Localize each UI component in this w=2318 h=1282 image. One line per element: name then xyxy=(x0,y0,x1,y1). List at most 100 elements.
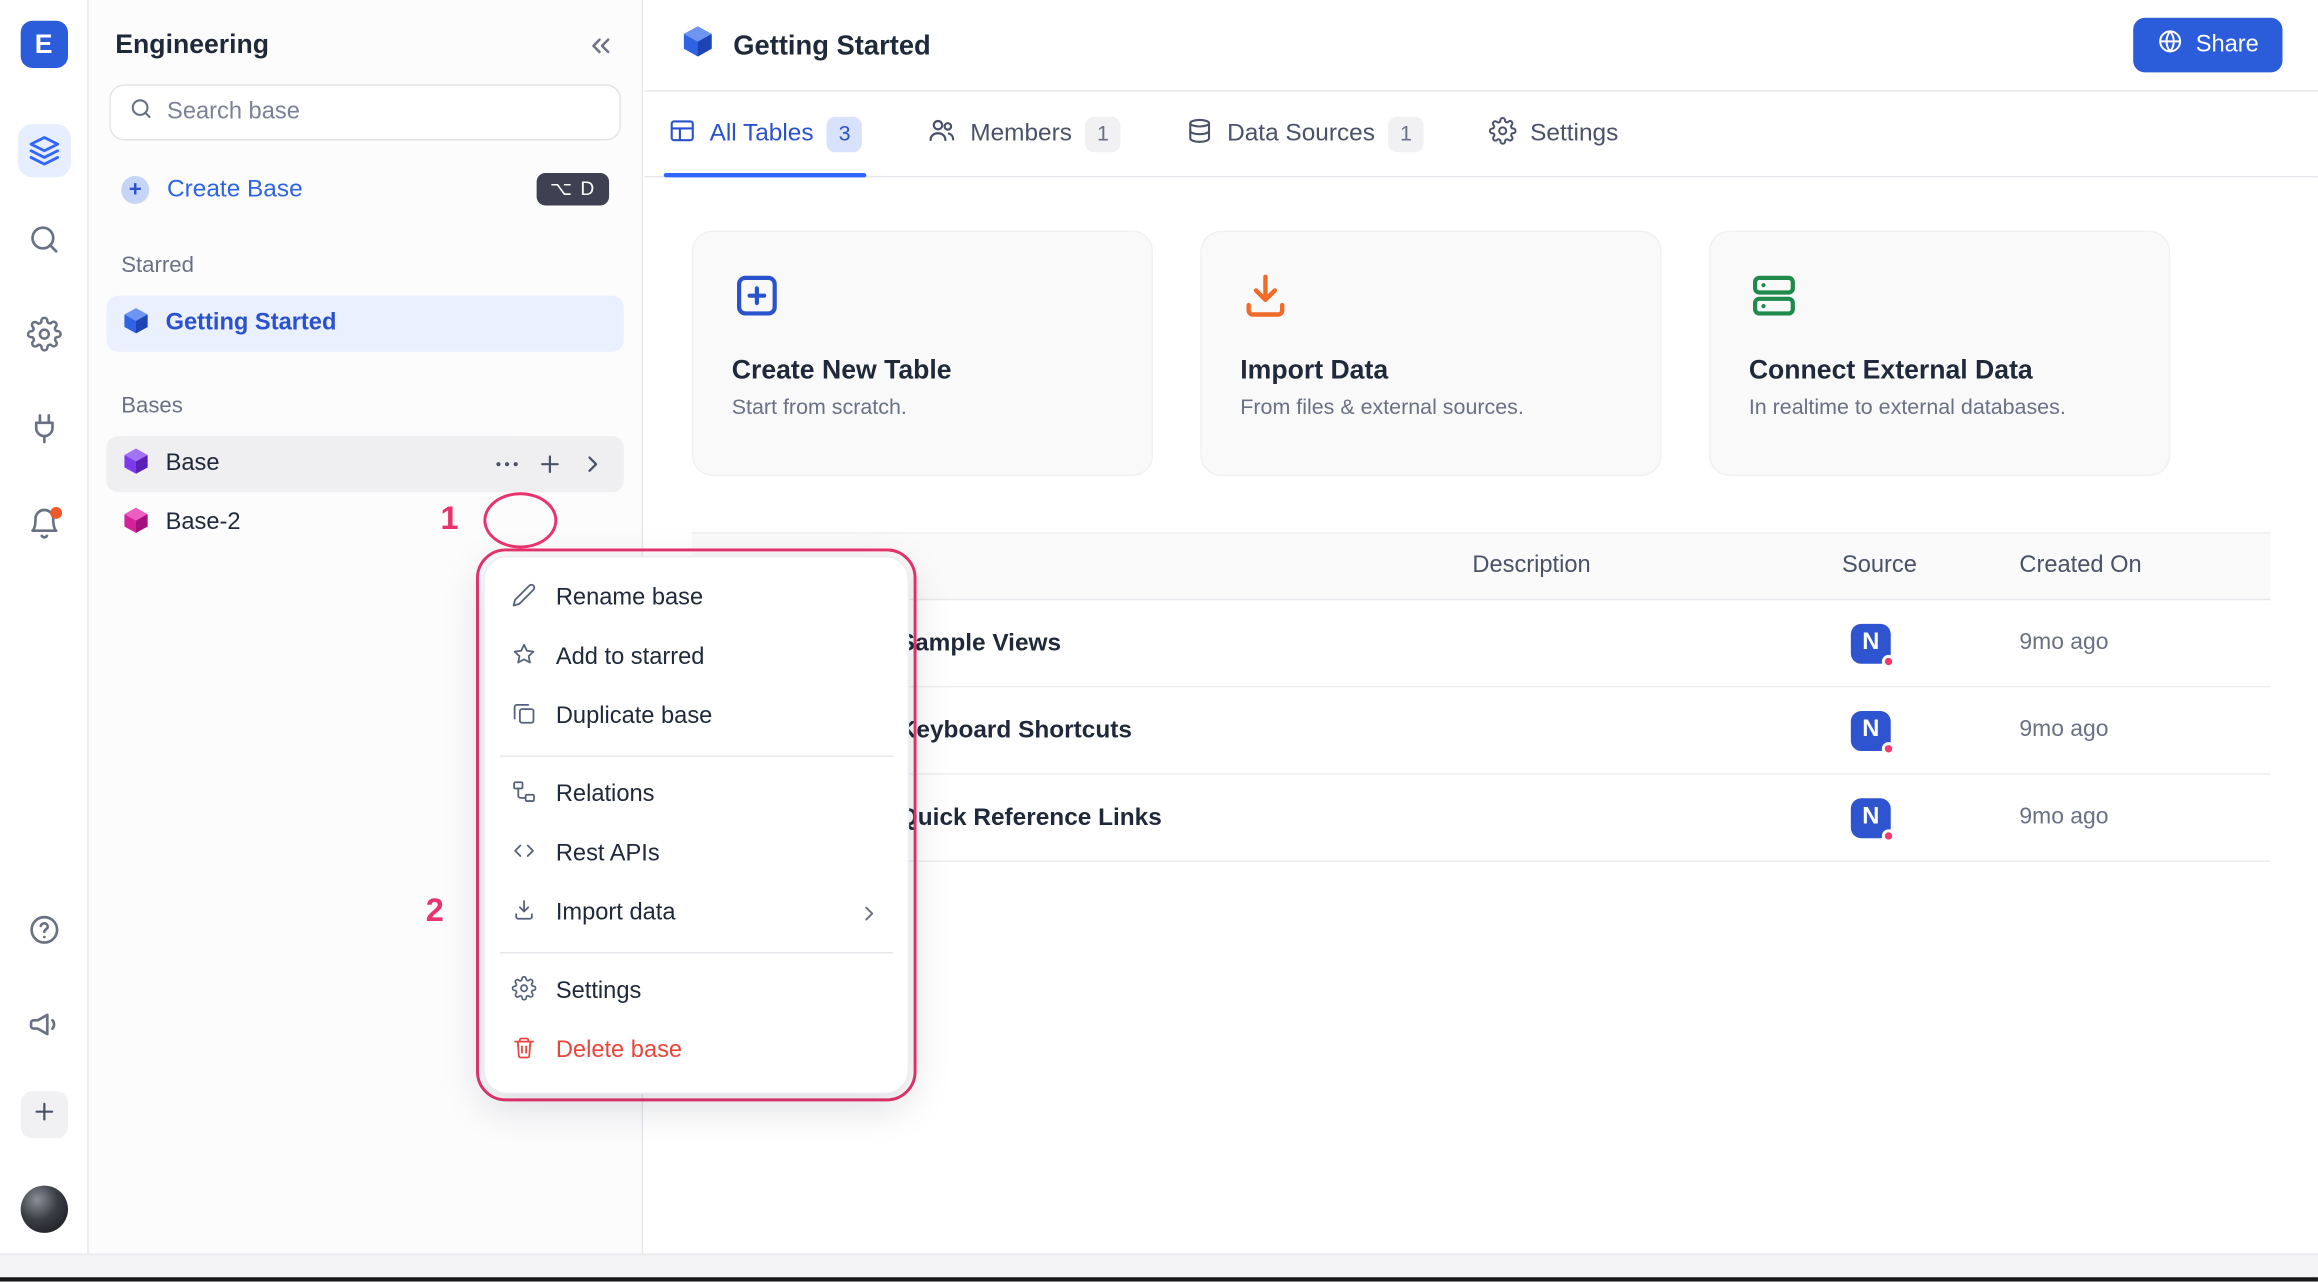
expand-chevron-right-icon[interactable] xyxy=(577,448,610,481)
menu-item-add-to-starred[interactable]: Add to starred xyxy=(494,628,899,687)
create-base-label: Create Base xyxy=(167,175,303,203)
app-window: E xyxy=(0,0,2318,1282)
card-subtitle: In realtime to external databases. xyxy=(1749,396,2130,420)
tab-all-tables[interactable]: All Tables 3 xyxy=(668,92,862,176)
base-options-ellipsis-icon[interactable] xyxy=(491,448,524,481)
share-label: Share xyxy=(2196,32,2259,59)
table-row[interactable]: Quick Reference Links N 9mo ago xyxy=(692,775,2271,862)
table-row[interactable]: Keyboard Shortcuts N 9mo ago xyxy=(692,687,2271,774)
search-base-input[interactable] xyxy=(167,99,602,126)
workspace-title: Engineering xyxy=(115,30,269,61)
share-button[interactable]: Share xyxy=(2134,18,2283,73)
download-icon xyxy=(1240,302,1290,327)
menu-item-label: Rest APIs xyxy=(556,841,660,868)
created-on-cell: 9mo ago xyxy=(2008,804,2271,831)
base-context-menu: Rename base Add to starred Duplicate bas… xyxy=(483,556,909,1094)
source-letter: N xyxy=(1862,717,1879,744)
workspace-logo[interactable]: E xyxy=(20,21,67,68)
card-subtitle: Start from scratch. xyxy=(732,396,1113,420)
created-on-cell: 9mo ago xyxy=(2008,630,2271,657)
gear-icon[interactable] xyxy=(26,316,61,351)
notion-source-icon: N xyxy=(1851,798,1891,838)
menu-item-relations[interactable]: Relations xyxy=(494,766,899,825)
base-cube-icon xyxy=(121,305,151,342)
user-avatar[interactable] xyxy=(20,1186,67,1233)
relations-icon xyxy=(511,779,536,812)
menu-item-label: Duplicate base xyxy=(556,704,712,731)
plus-square-icon xyxy=(732,302,782,327)
submenu-chevron-icon xyxy=(857,902,881,926)
notion-source-icon: N xyxy=(1851,623,1891,663)
status-dot xyxy=(1882,654,1895,667)
menu-item-label: Add to starred xyxy=(556,645,705,672)
starred-section-label: Starred xyxy=(89,214,642,292)
connect-external-data-card[interactable]: Connect External Data In realtime to ext… xyxy=(1709,231,2170,476)
tab-label: Settings xyxy=(1530,120,1618,148)
menu-item-import-data[interactable]: Import data xyxy=(494,884,899,943)
column-header-source: Source xyxy=(1830,553,2007,580)
tab-label: Data Sources xyxy=(1227,120,1375,148)
create-new-table-card[interactable]: Create New Table Start from scratch. xyxy=(692,231,1153,476)
menu-item-duplicate-base[interactable]: Duplicate base xyxy=(494,687,899,746)
annotation-step-1: 1 xyxy=(441,500,459,538)
bases-section-label: Bases xyxy=(89,355,642,433)
base-cube-icon xyxy=(121,505,151,542)
menu-item-settings[interactable]: Settings xyxy=(494,962,899,1021)
menu-item-label: Import data xyxy=(556,900,676,927)
server-stack-icon xyxy=(1749,302,1799,327)
menu-item-label: Settings xyxy=(556,979,641,1006)
sidebar-item-base-2[interactable]: Base-2 xyxy=(106,495,623,551)
search-icon[interactable] xyxy=(26,222,61,257)
status-dot xyxy=(1882,829,1895,842)
source-letter: N xyxy=(1862,804,1879,831)
tab-settings[interactable]: Settings xyxy=(1489,92,1619,176)
tab-members[interactable]: Members 1 xyxy=(927,92,1120,176)
integrations-plug-icon[interactable] xyxy=(26,411,61,446)
plus-circle-icon: + xyxy=(121,175,149,203)
base-cube-icon xyxy=(680,24,715,67)
menu-item-rest-apis[interactable]: Rest APIs xyxy=(494,825,899,884)
table-header-row: Description Source Created On xyxy=(692,532,2271,600)
menu-item-delete-base[interactable]: Delete base xyxy=(494,1022,899,1081)
add-workspace-button[interactable] xyxy=(20,1091,67,1138)
annotation-step-2: 2 xyxy=(426,891,444,929)
table-row[interactable]: Sample Views N 9mo ago xyxy=(692,600,2271,687)
tab-badge: 1 xyxy=(1085,116,1120,151)
help-icon[interactable] xyxy=(26,912,61,947)
menu-item-label: Relations xyxy=(556,782,655,809)
bottom-strip xyxy=(0,1254,2318,1278)
search-base-field[interactable] xyxy=(109,84,620,140)
created-on-cell: 9mo ago xyxy=(2008,717,2271,744)
announcements-megaphone-icon[interactable] xyxy=(26,1007,61,1042)
pencil-icon xyxy=(511,582,536,615)
tab-label: Members xyxy=(970,120,1072,148)
tab-data-sources[interactable]: Data Sources 1 xyxy=(1186,92,1424,176)
gear-icon xyxy=(511,976,536,1009)
tables-list: Description Source Created On Sample Vie… xyxy=(692,532,2271,862)
sidebar-item-base[interactable]: Base xyxy=(106,436,623,492)
add-table-plus-icon[interactable] xyxy=(534,448,567,481)
quick-action-cards: Create New Table Start from scratch. Imp… xyxy=(645,177,2318,476)
column-header-created-on: Created On xyxy=(2008,553,2271,580)
notifications-bell-icon[interactable] xyxy=(26,506,61,541)
import-data-card[interactable]: Import Data From files & external source… xyxy=(1200,231,1661,476)
card-title: Import Data xyxy=(1240,355,1621,386)
create-base-button[interactable]: + Create Base ⌥ D xyxy=(109,164,620,214)
trash-icon xyxy=(511,1035,536,1068)
collapse-sidebar-icon[interactable] xyxy=(585,30,615,60)
code-brackets-icon xyxy=(511,838,536,871)
menu-item-rename-base[interactable]: Rename base xyxy=(494,569,899,628)
tab-bar: All Tables 3 Members 1 xyxy=(645,92,2318,178)
window-edge xyxy=(0,1277,2318,1281)
sidebar-item-getting-started[interactable]: Getting Started xyxy=(106,296,623,352)
gear-icon xyxy=(1489,116,1517,151)
layers-icon xyxy=(26,133,61,168)
tab-badge: 1 xyxy=(1388,116,1423,151)
icon-rail: E xyxy=(0,0,89,1282)
sidebar-item-label: Getting Started xyxy=(166,310,337,337)
tab-label: All Tables xyxy=(710,120,814,148)
tab-badge: 3 xyxy=(827,116,862,151)
menu-divider xyxy=(500,952,893,953)
card-title: Create New Table xyxy=(732,355,1113,386)
bases-nav-button[interactable] xyxy=(17,124,70,177)
